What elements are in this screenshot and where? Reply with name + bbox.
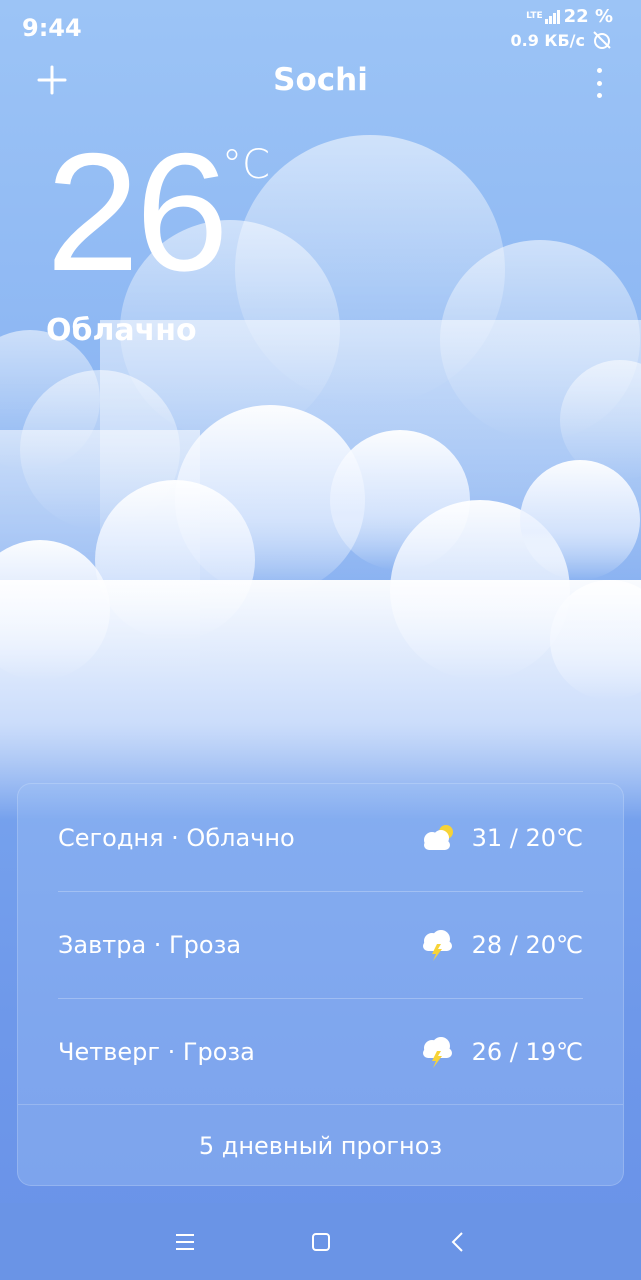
more-options-button[interactable]: [587, 68, 611, 98]
alarm-off-icon: [593, 31, 611, 49]
forecast-row-tomorrow[interactable]: Завтра · Гроза 28 / 20℃: [58, 891, 583, 998]
forecast-temp-range: 31 / 20℃: [471, 823, 583, 852]
signal-icon: [544, 9, 560, 24]
forecast-day-label: Четверг · Гроза: [58, 1037, 255, 1066]
battery-level: 22 %: [563, 6, 613, 27]
thunderstorm-icon: [422, 929, 452, 961]
status-time: 9:44: [22, 14, 82, 42]
menu-button[interactable]: [167, 1224, 203, 1260]
forecast-row-today[interactable]: Сегодня · Облачно 31 / 20℃: [58, 784, 583, 891]
forecast-row-thursday[interactable]: Четверг · Гроза 26 / 19℃: [58, 998, 583, 1105]
forecast-day-label: Завтра · Гроза: [58, 930, 242, 959]
temperature-unit: °C: [222, 142, 270, 188]
back-button[interactable]: [439, 1224, 475, 1260]
home-button[interactable]: [303, 1224, 339, 1260]
current-temperature: 26: [46, 118, 229, 306]
menu-icon: [175, 1233, 194, 1250]
forecast-temp-range: 26 / 19℃: [471, 1037, 583, 1066]
more-vertical-icon: [596, 68, 602, 98]
forecast-card: Сегодня · Облачно 31 / 20℃ Завтра · Гроз…: [17, 783, 624, 1186]
current-condition: Облачно: [46, 313, 197, 348]
thunderstorm-icon: [422, 1036, 452, 1068]
network-type: LTE: [526, 11, 543, 21]
city-title: Sochi: [273, 62, 368, 98]
home-square-icon: [311, 1232, 330, 1251]
status-indicators: LTE 22 % 0.9 КБ/с: [510, 6, 613, 51]
back-chevron-icon: [451, 1231, 463, 1252]
partly-cloudy-icon: [423, 824, 453, 850]
five-day-forecast-button[interactable]: 5 дневный прогноз: [18, 1104, 623, 1187]
system-nav-bar: [0, 1203, 641, 1280]
network-speed: 0.9 КБ/с: [510, 30, 585, 50]
forecast-temp-range: 28 / 20℃: [471, 930, 583, 959]
forecast-day-label: Сегодня · Облачно: [58, 823, 295, 852]
